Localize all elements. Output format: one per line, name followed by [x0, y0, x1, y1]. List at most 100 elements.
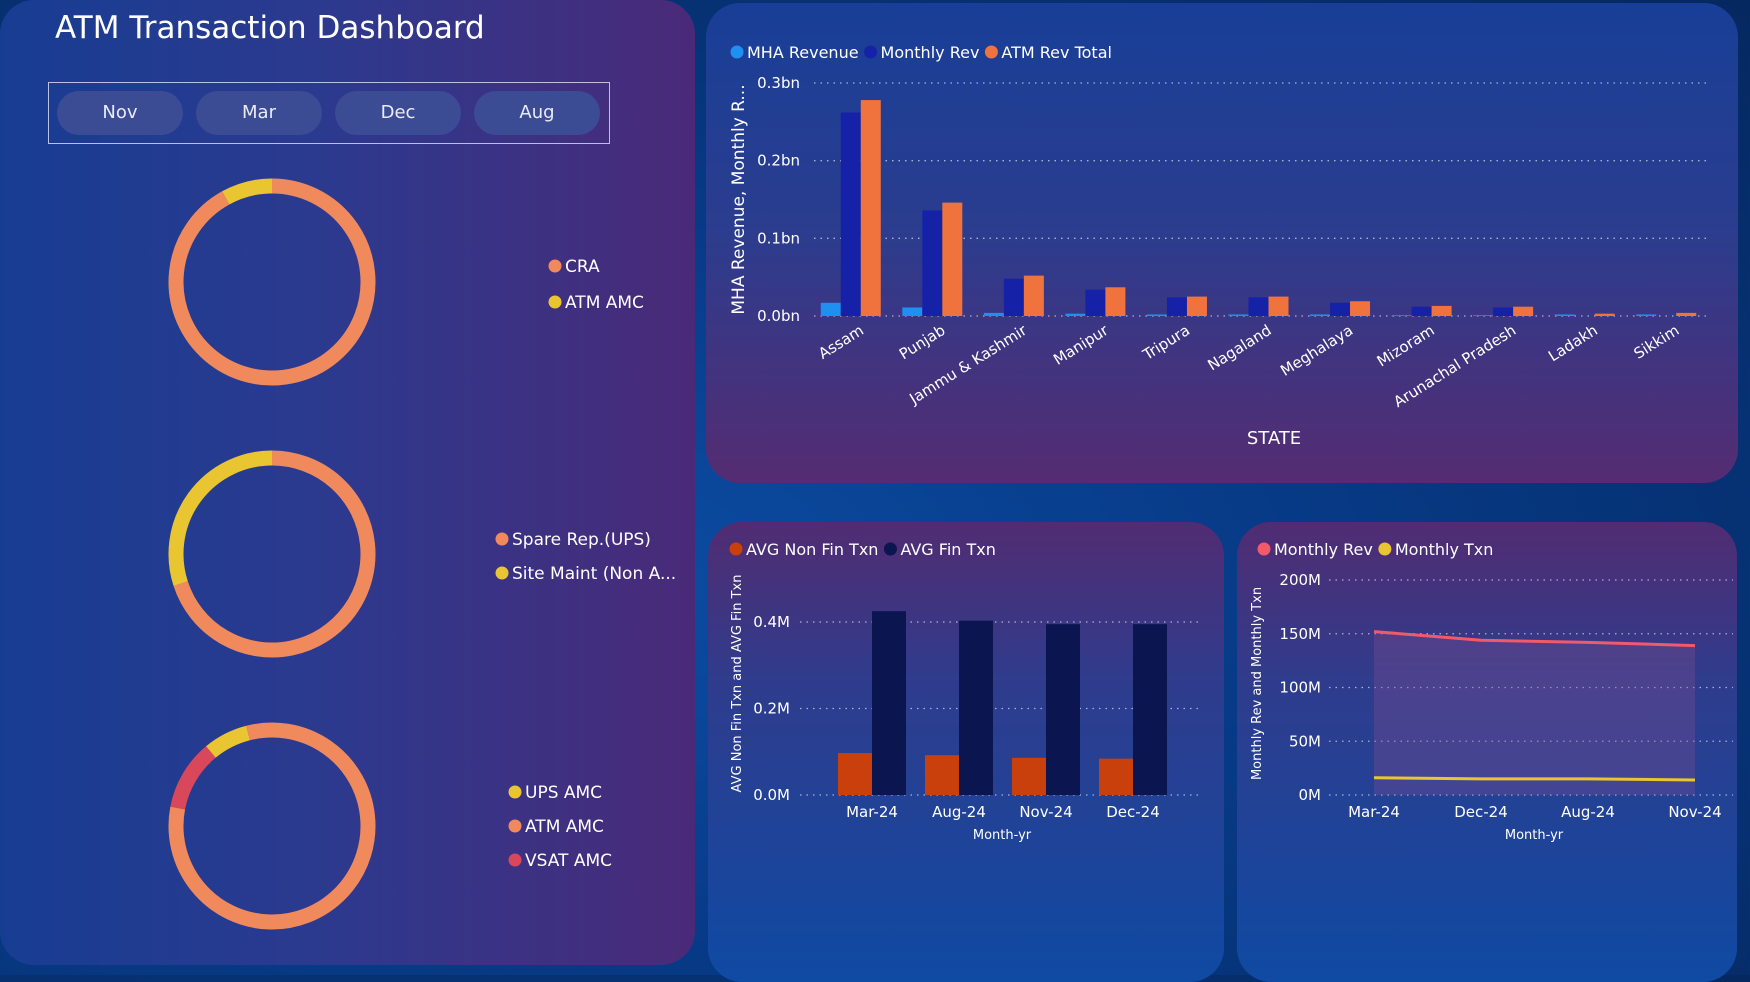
- donut2-legend-label-site-maint-non-a: Site Maint (Non A...: [512, 564, 676, 584]
- txn-chart-legend-label-avg-fin-txn: AVG Fin Txn: [900, 540, 995, 559]
- txn-chart-xtick-aug-24: Aug-24: [932, 803, 986, 821]
- state-chart-ytick: 0.1bn: [757, 229, 800, 247]
- txn-chart-xtick-mar-24: Mar-24: [846, 803, 898, 821]
- line-chart-legend-label-monthly-txn: Monthly Txn: [1395, 540, 1494, 559]
- state-bar-nagaland-mha-revenue: [1228, 314, 1249, 316]
- donut2-legend-marker-site-maint-non-a: [495, 566, 509, 580]
- state-bar-jammu-kashmir-mha-revenue: [983, 312, 1004, 316]
- state-bar-meghalaya-mha-revenue: [1310, 314, 1331, 316]
- state-bar-punjab-atm-rev-total: [942, 202, 963, 316]
- state-chart-legend-label-monthly-rev: Monthly Rev: [881, 43, 980, 62]
- line-chart-xtick-aug-24: Aug-24: [1561, 803, 1615, 821]
- state-chart-xlabel: STATE: [1247, 428, 1301, 449]
- line-chart-ytick: 200M: [1279, 571, 1321, 589]
- state-chart-legend-marker-atm-rev-total: [984, 45, 998, 59]
- state-revenue-chart: MHA Revenue Monthly Rev ATM Rev Total 0.0bn…: [729, 43, 1711, 449]
- avg-txn-panel: AVG Non Fin Txn AVG Fin Txn 0.0M 0.2M 0.4M Ma…: [708, 522, 1224, 982]
- donut1-slice-cra: [168, 178, 376, 386]
- state-chart-xtick-meghalaya: Meghalaya: [1277, 321, 1356, 380]
- state-chart-xtick-sikkim: Sikkim: [1631, 321, 1683, 363]
- txn-chart-ylabel: AVG Non Fin Txn and AVG Fin Txn: [730, 575, 745, 793]
- state-bar-punjab-monthly-rev: [922, 210, 943, 316]
- state-bar-jammu-kashmir-monthly-rev: [1003, 278, 1024, 316]
- txn-chart-legend-label-avg-non-fin-txn: AVG Non Fin Txn: [746, 540, 878, 559]
- line-chart-series-monthly-txn: [1373, 776, 1696, 782]
- txn-chart-ytick: 0.4M: [753, 613, 790, 631]
- txn-bar-aug-24-avg-non-fin-txn: [925, 755, 959, 795]
- donut3-legend-label-atm-amc: ATM AMC: [525, 817, 604, 837]
- txn-bar-dec-24-avg-fin-txn: [1133, 624, 1167, 795]
- state-bar-arunachal-pradesh-mha-revenue: [1473, 315, 1494, 316]
- avg-txn-chart: AVG Non Fin Txn AVG Fin Txn 0.0M 0.2M 0.4M Ma…: [729, 540, 1198, 843]
- state-chart-ylabel: MHA Revenue, Monthly R...: [729, 84, 749, 314]
- state-bar-mizoram-mha-revenue: [1391, 315, 1412, 316]
- state-chart-legend-label-mha-revenue: MHA Revenue: [747, 43, 859, 62]
- line-chart-xtick-nov-24: Nov-24: [1668, 803, 1721, 821]
- donut1-slice-atm-amc: [222, 178, 273, 205]
- state-chart-xtick-manipur: Manipur: [1050, 321, 1112, 369]
- line-chart-legend-label-monthly-rev: Monthly Rev: [1274, 540, 1373, 559]
- state-bar-nagaland-atm-rev-total: [1268, 296, 1289, 316]
- line-chart-ytick: 150M: [1279, 625, 1321, 643]
- txn-bar-nov-24-avg-fin-txn: [1046, 624, 1080, 795]
- state-bar-jammu-kashmir-atm-rev-total: [1023, 275, 1044, 316]
- state-chart-xtick-mizoram: Mizoram: [1374, 321, 1438, 370]
- state-bar-mizoram-monthly-rev: [1411, 306, 1432, 316]
- state-bar-punjab-mha-revenue: [902, 307, 923, 316]
- state-bar-meghalaya-monthly-rev: [1330, 302, 1351, 316]
- state-bar-manipur-monthly-rev: [1085, 289, 1106, 316]
- state-bar-tripura-monthly-rev: [1166, 297, 1187, 316]
- donut1-legend-label-cra: CRA: [565, 257, 600, 277]
- left-panel: ATM Transaction Dashboard Nov Mar Dec Au…: [0, 0, 695, 965]
- donut2-legend-label-spare-rep-ups: Spare Rep.(UPS): [512, 530, 651, 550]
- txn-bar-mar-24-avg-non-fin-txn: [838, 753, 872, 795]
- state-bar-nagaland-monthly-rev: [1248, 297, 1269, 316]
- line-chart-ytick: 50M: [1289, 732, 1321, 750]
- line-chart-ylabel: Monthly Rev and Monthly Txn: [1250, 587, 1265, 780]
- line-chart-legend-marker-monthly-txn: [1378, 542, 1392, 556]
- donut3-legend-marker-ups-amc: [508, 785, 522, 799]
- state-bar-sikkim-atm-rev-total: [1676, 312, 1697, 316]
- state-bar-arunachal-pradesh-atm-rev-total: [1513, 306, 1534, 316]
- txn-chart-xtick-nov-24: Nov-24: [1019, 803, 1072, 821]
- line-chart-ytick: 0M: [1299, 786, 1322, 804]
- state-bar-meghalaya-atm-rev-total: [1350, 301, 1371, 316]
- txn-chart-legend-marker-avg-non-fin-txn: [729, 542, 743, 556]
- donut-charts: CRA ATM AMC Spare Rep.(UPS) Site Maint (Non…: [168, 178, 676, 930]
- state-chart-legend-marker-monthly-rev: [864, 45, 878, 59]
- txn-chart-xtick-dec-24: Dec-24: [1106, 803, 1160, 821]
- state-chart-xtick-tripura: Tripura: [1139, 321, 1193, 364]
- state-chart-legend-marker-mha-revenue: [730, 45, 744, 59]
- line-chart-ytick: 100M: [1279, 679, 1321, 697]
- donut1-legend-marker-cra: [548, 259, 562, 273]
- line-chart-legend-marker-monthly-rev: [1257, 542, 1271, 556]
- state-bar-tripura-mha-revenue: [1146, 314, 1167, 316]
- donut3-legend-label-ups-amc: UPS AMC: [525, 783, 602, 803]
- txn-chart-xlabel: Month-yr: [973, 828, 1032, 843]
- donut1-legend-label-atm-amc: ATM AMC: [565, 293, 644, 313]
- state-bar-ladakh-mha-revenue: [1554, 314, 1575, 316]
- state-bar-assam-mha-revenue: [820, 302, 841, 316]
- state-chart-xtick-assam: Assam: [815, 321, 867, 363]
- donut1-legend-marker-atm-amc: [548, 295, 562, 309]
- state-chart-ytick: 0.0bn: [757, 307, 800, 325]
- state-chart-xtick-ladakh: Ladakh: [1545, 321, 1601, 365]
- donut3-slice-vsat-amc: [170, 746, 216, 810]
- donut2-legend-marker-spare-rep-ups: [495, 532, 509, 546]
- line-chart-area-monthly-rev: [1374, 631, 1695, 795]
- line-chart-xtick-dec-24: Dec-24: [1454, 803, 1508, 821]
- txn-chart-legend-marker-avg-fin-txn: [883, 542, 897, 556]
- state-bar-arunachal-pradesh-monthly-rev: [1493, 307, 1514, 316]
- line-chart-xlabel: Month-yr: [1505, 828, 1564, 843]
- line-chart-xtick-mar-24: Mar-24: [1348, 803, 1400, 821]
- txn-bar-mar-24-avg-fin-txn: [872, 611, 906, 795]
- donut2-slice-site-maint-non-a: [168, 450, 273, 586]
- state-bar-ladakh-atm-rev-total: [1594, 313, 1615, 316]
- state-chart-xtick-punjab: Punjab: [896, 321, 949, 363]
- txn-chart-ytick: 0.0M: [753, 786, 790, 804]
- state-bar-assam-atm-rev-total: [860, 100, 881, 316]
- monthly-rev-txn-chart: Monthly Rev Monthly Txn 0M 50M 100M 150M 200M M…: [1250, 540, 1733, 843]
- donut3-legend-marker-atm-amc: [508, 819, 522, 833]
- monthly-rev-txn-panel: Monthly Rev Monthly Txn 0M 50M 100M 150M 200M M…: [1237, 522, 1737, 982]
- state-bar-tripura-atm-rev-total: [1186, 296, 1207, 316]
